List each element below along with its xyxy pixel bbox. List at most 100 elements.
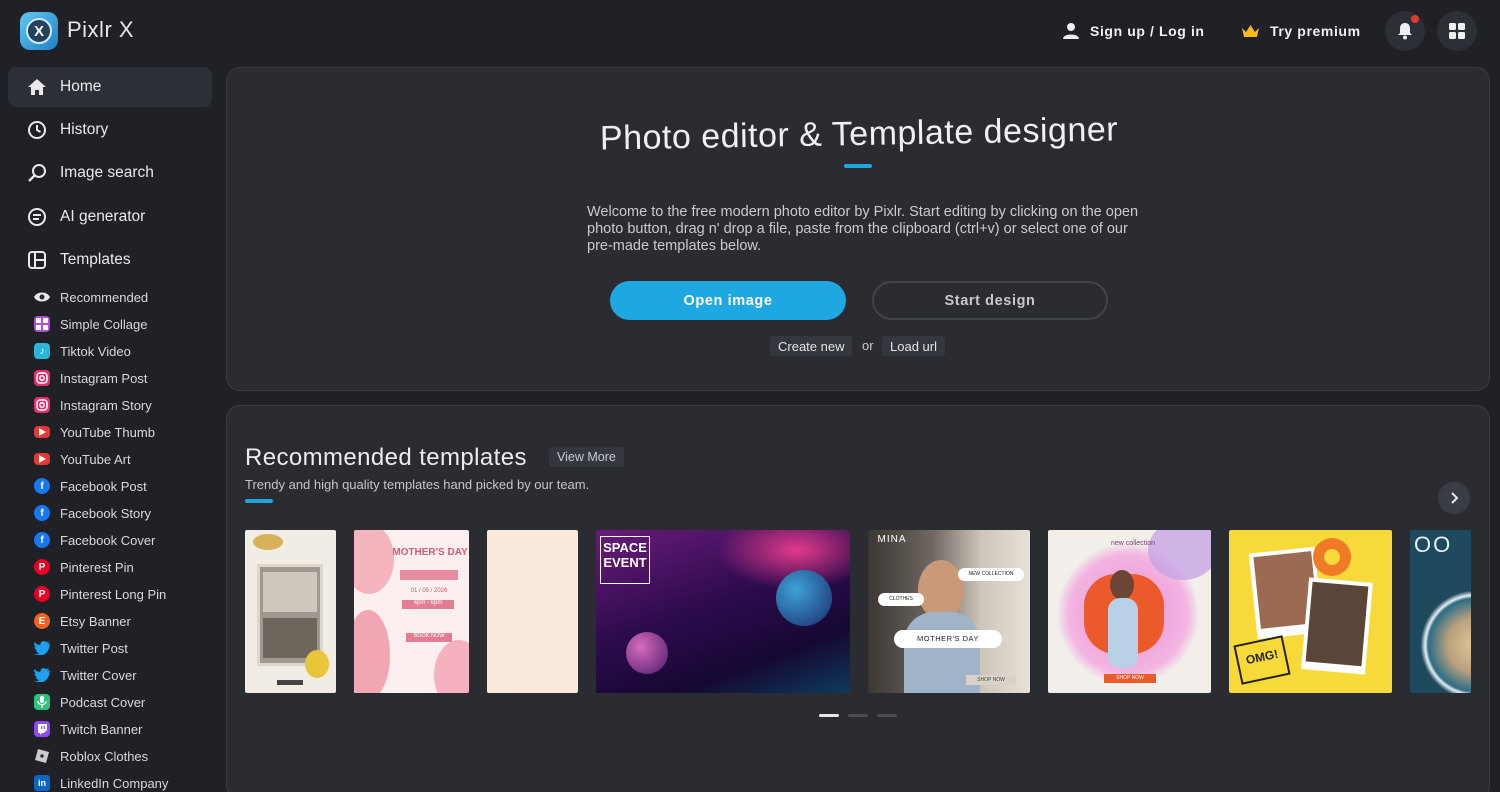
pinterest-icon: P	[34, 559, 50, 575]
template-twitter-cover-label: Twitter Cover	[60, 668, 137, 683]
linkedin-icon: in	[34, 775, 50, 791]
template-thumb[interactable]: OO	[1410, 530, 1471, 693]
twitter-icon	[34, 667, 50, 683]
template-pinterest-long-pin[interactable]: P Pinterest Long Pin	[34, 583, 166, 605]
template-twitch-banner-label: Twitch Banner	[60, 722, 142, 737]
apps-menu-button[interactable]	[1437, 11, 1477, 51]
fashion-shop-now: SHOP NOW	[966, 677, 1016, 683]
nav-templates[interactable]: Templates	[8, 240, 212, 280]
app-name: Pixlr X	[67, 17, 134, 43]
try-premium-button[interactable]: Try premium	[1241, 20, 1361, 42]
nav-ai-generator[interactable]: AI generator	[8, 197, 212, 237]
template-twitter-post[interactable]: Twitter Post	[34, 637, 128, 659]
eye-icon	[34, 289, 50, 305]
facebook-icon: f	[34, 505, 50, 521]
template-linkedin-company-label: LinkedIn Company	[60, 776, 168, 791]
load-url-link[interactable]: Load url	[882, 336, 945, 356]
carousel-dot[interactable]	[877, 714, 897, 717]
mothers-day-time: 4pm - 6pm	[402, 600, 454, 606]
template-pinterest-pin[interactable]: P Pinterest Pin	[34, 556, 134, 578]
try-premium-label: Try premium	[1270, 23, 1361, 39]
space-event-text: SPACE EVENT	[602, 540, 648, 570]
template-thumb[interactable]: SPACE EVENT	[596, 530, 850, 693]
template-twitter-cover[interactable]: Twitter Cover	[34, 664, 137, 686]
carousel-pagination	[819, 714, 897, 717]
carousel-dot[interactable]	[848, 714, 868, 717]
template-simple-collage[interactable]: Simple Collage	[34, 313, 147, 335]
nav-image-search[interactable]: Image search	[8, 153, 212, 193]
template-youtube-art[interactable]: YouTube Art	[34, 448, 131, 470]
sidebar: Home History Image search AI generator T…	[0, 62, 222, 792]
pink-shop-now: SHOP NOW	[1104, 675, 1156, 681]
template-etsy-banner[interactable]: E Etsy Banner	[34, 610, 131, 632]
start-design-button[interactable]: Start design	[872, 281, 1108, 320]
template-thumb[interactable]	[245, 530, 336, 693]
template-instagram-story[interactable]: Instagram Story	[34, 394, 152, 416]
search-icon	[26, 162, 48, 184]
or-text: or	[862, 338, 874, 353]
create-new-link[interactable]: Create new	[770, 336, 852, 356]
template-thumb[interactable]: new collection SHOP NOW	[1048, 530, 1211, 693]
pixlr-logo-icon[interactable]: X	[20, 12, 58, 50]
template-pinterest-pin-label: Pinterest Pin	[60, 560, 134, 575]
fashion-mina-text: MINA	[872, 534, 912, 545]
pinterest-icon: P	[34, 586, 50, 602]
chevron-right-icon	[1449, 492, 1459, 504]
roblox-icon	[34, 748, 50, 764]
facebook-icon: f	[34, 478, 50, 494]
open-image-button[interactable]: Open image	[610, 281, 846, 320]
crown-icon	[1241, 24, 1260, 39]
view-more-button[interactable]: View More	[549, 447, 624, 467]
template-linkedin-company[interactable]: in LinkedIn Company	[34, 772, 168, 792]
recommended-subtitle: Trendy and high quality templates hand p…	[245, 477, 589, 492]
template-instagram-post-label: Instagram Post	[60, 371, 147, 386]
template-thumb[interactable]: MOTHER'S DAY 01 / 05 / 2026 4pm - 6pm BO…	[354, 530, 469, 693]
template-podcast-cover[interactable]: Podcast Cover	[34, 691, 145, 713]
signup-login-button[interactable]: Sign up / Log in	[1062, 20, 1205, 42]
template-facebook-story[interactable]: f Facebook Story	[34, 502, 151, 524]
template-roblox-clothes[interactable]: Roblox Clothes	[34, 745, 148, 767]
template-etsy-banner-label: Etsy Banner	[60, 614, 131, 629]
nav-history-label: History	[60, 121, 108, 139]
youtube-icon	[34, 453, 50, 465]
notifications-button[interactable]	[1385, 11, 1425, 51]
carousel-dot[interactable]	[819, 714, 839, 717]
fashion-clothes: CLOTHES	[878, 596, 924, 602]
template-thumb[interactable]	[487, 530, 578, 693]
template-facebook-story-label: Facebook Story	[60, 506, 151, 521]
template-carousel: MOTHER'S DAY 01 / 05 / 2026 4pm - 6pm BO…	[245, 530, 1471, 694]
nav-history[interactable]: History	[8, 110, 212, 150]
template-tiktok-video[interactable]: ♪ Tiktok Video	[34, 340, 131, 362]
collage-icon	[34, 316, 50, 332]
tiktok-icon: ♪	[34, 343, 50, 359]
template-thumb[interactable]: MINA NEW COLLECTION CLOTHES MOTHER'S DAY…	[868, 530, 1030, 693]
nav-home[interactable]: Home	[8, 67, 212, 107]
template-youtube-art-label: YouTube Art	[60, 452, 131, 467]
template-facebook-cover-label: Facebook Cover	[60, 533, 155, 548]
twitch-icon	[34, 721, 50, 737]
clock-icon	[26, 119, 48, 141]
carousel-next-button[interactable]	[1438, 482, 1470, 514]
template-recommended[interactable]: Recommended	[34, 286, 148, 308]
nav-image-search-label: Image search	[60, 164, 154, 182]
mothers-day-book: BOOK NOW	[406, 633, 452, 639]
template-tiktok-video-label: Tiktok Video	[60, 344, 131, 359]
instagram-icon	[34, 397, 50, 413]
youtube-icon	[34, 426, 50, 438]
template-roblox-clothes-label: Roblox Clothes	[60, 749, 148, 764]
user-icon	[1062, 22, 1080, 40]
mothers-day-date: 01 / 05 / 2026	[394, 588, 464, 594]
template-youtube-thumb-label: YouTube Thumb	[60, 425, 155, 440]
template-facebook-post[interactable]: f Facebook Post	[34, 475, 147, 497]
template-youtube-thumb[interactable]: YouTube Thumb	[34, 421, 155, 443]
nav-templates-label: Templates	[60, 251, 131, 269]
twitter-icon	[34, 640, 50, 656]
template-twitch-banner[interactable]: Twitch Banner	[34, 718, 142, 740]
template-recommended-label: Recommended	[60, 290, 148, 305]
template-instagram-post[interactable]: Instagram Post	[34, 367, 147, 389]
hero-description: Welcome to the free modern photo editor …	[587, 204, 1147, 255]
page-title: Photo editor & Template designer	[227, 104, 1491, 165]
template-thumb[interactable]: OMG!	[1229, 530, 1392, 693]
template-facebook-cover[interactable]: f Facebook Cover	[34, 529, 155, 551]
facebook-icon: f	[34, 532, 50, 548]
